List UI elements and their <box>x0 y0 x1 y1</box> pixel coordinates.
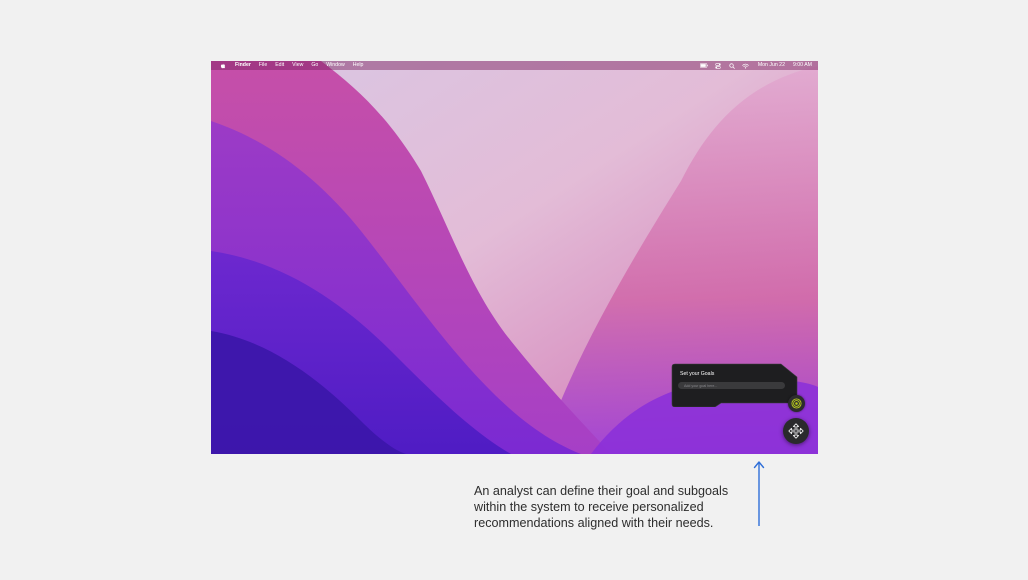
menu-window[interactable]: Window <box>326 61 344 70</box>
battery-icon[interactable] <box>699 63 708 69</box>
move-arrows-icon <box>788 423 804 439</box>
set-goals-panel: Set your Goals <box>671 363 799 407</box>
desktop-screen: Finder File Edit View Go Window Help Mon… <box>211 61 818 454</box>
menu-file[interactable]: File <box>259 61 267 70</box>
caption-line: An analyst can define their goal and sub… <box>474 484 729 498</box>
target-icon <box>791 398 802 409</box>
navigation-button[interactable] <box>783 418 809 444</box>
goal-target-button[interactable] <box>788 395 805 412</box>
menu-bar: Finder File Edit View Go Window Help Mon… <box>211 61 818 70</box>
caption-line: within the system to receive personalize… <box>474 500 704 514</box>
menu-go[interactable]: Go <box>311 61 318 70</box>
menu-edit[interactable]: Edit <box>275 61 284 70</box>
menubar-date[interactable]: Mon Jun 22 <box>758 61 785 70</box>
spotlight-search-icon[interactable] <box>728 62 736 69</box>
menu-help[interactable]: Help <box>353 61 364 70</box>
caption-line: recommendations aligned with their needs… <box>474 516 714 530</box>
apple-menu-icon[interactable] <box>220 63 226 69</box>
wifi-icon[interactable] <box>742 63 750 69</box>
menu-view[interactable]: View <box>292 61 303 70</box>
annotation-caption: An analyst can define their goal and sub… <box>474 483 774 531</box>
control-center-icon[interactable] <box>714 62 722 69</box>
menubar-time[interactable]: 9:00 AM <box>793 61 812 70</box>
menu-app-name[interactable]: Finder <box>235 61 251 70</box>
goals-panel-title: Set your Goals <box>680 371 715 377</box>
goal-input[interactable] <box>678 382 785 389</box>
